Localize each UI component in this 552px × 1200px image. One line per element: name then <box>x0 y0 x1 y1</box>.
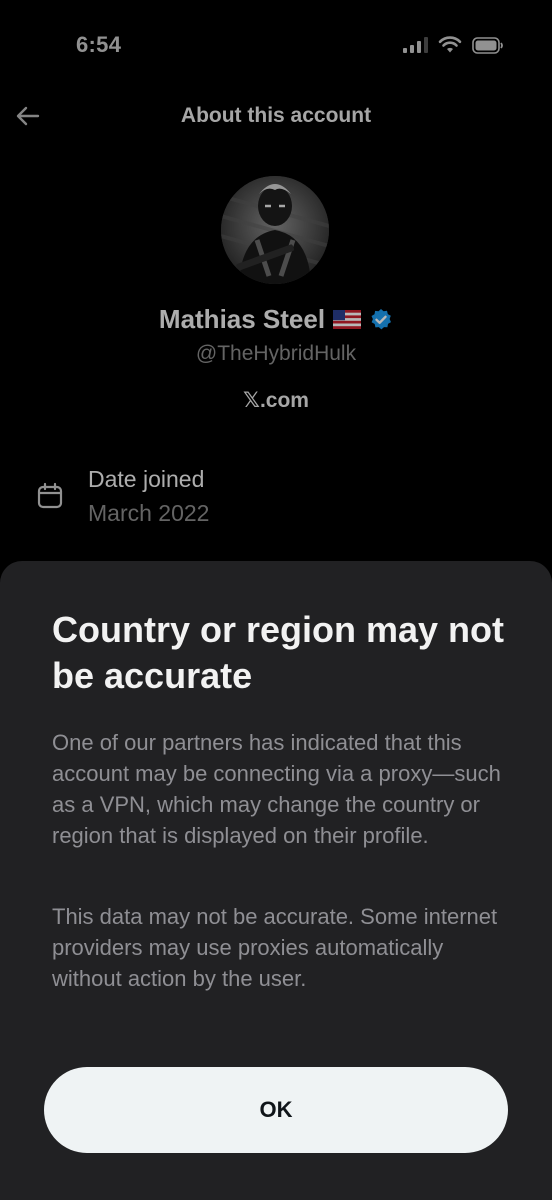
wifi-icon <box>438 36 462 53</box>
sheet-body-text: One of our partners has indicated that t… <box>52 730 501 848</box>
calendar-icon <box>37 482 63 509</box>
site-label: 𝕏.com <box>243 389 309 412</box>
status-bar: 6:54 <box>0 0 552 90</box>
sheet-disclaimer-text: This data may not be accurate. Some inte… <box>52 904 498 991</box>
verified-badge-icon <box>371 308 392 329</box>
battery-icon <box>472 36 503 54</box>
ok-button[interactable]: OK <box>44 1067 508 1153</box>
account-handle: @TheHybridHulk <box>195 342 357 365</box>
date-joined-row: Date joined March 2022 <box>36 462 516 532</box>
date-joined-label: Date joined <box>88 466 205 492</box>
avatar <box>221 176 329 284</box>
profile-avatar <box>221 176 329 284</box>
page-title: About this account <box>180 104 372 127</box>
status-icons <box>403 36 504 54</box>
signal-icon <box>403 37 428 53</box>
date-joined-value: March 2022 <box>88 500 210 526</box>
bottom-sheet: Country or region may not be accurate On… <box>0 561 552 1200</box>
us-flag-icon <box>333 310 362 329</box>
header-bar: About this account <box>0 96 552 136</box>
name-row: Mathias Steel <box>0 304 552 335</box>
sheet-title: Country or region may not be accurate <box>52 609 505 696</box>
screen: 6:54 About this account Mathias Steel @T… <box>0 0 552 1200</box>
status-time: 6:54 <box>76 32 122 57</box>
display-name: Mathias Steel <box>158 304 326 334</box>
